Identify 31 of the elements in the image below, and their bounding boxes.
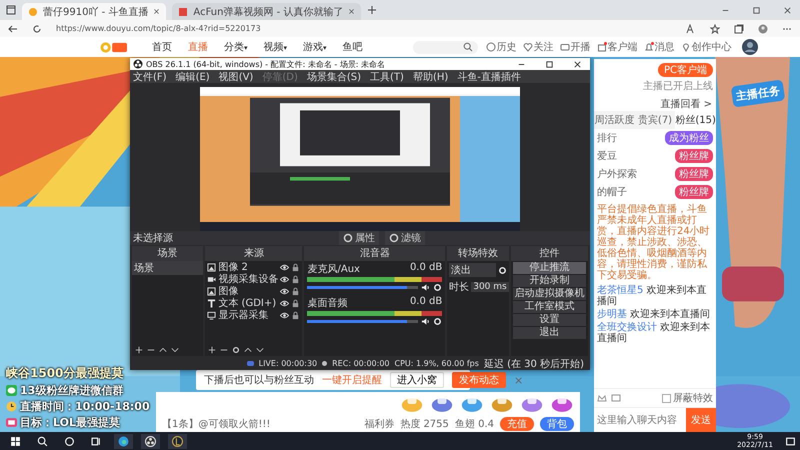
logo-icon[interactable] <box>100 40 128 54</box>
close-icon[interactable] <box>153 8 160 15</box>
nav-link[interactable]: 游戏 <box>303 42 324 53</box>
header-link[interactable]: 历史 <box>486 40 517 54</box>
star-icon[interactable] <box>710 24 720 34</box>
avatar-icon[interactable] <box>742 39 758 55</box>
collections-icon[interactable] <box>734 24 744 34</box>
profile-icon[interactable] <box>758 24 768 34</box>
header-link[interactable]: 客户端 <box>596 40 638 54</box>
tab-actions-icon[interactable] <box>6 5 16 15</box>
header-link[interactable]: 创作中心 <box>680 40 732 54</box>
header-link[interactable]: 关注 <box>522 40 554 54</box>
nav-link[interactable]: 鱼吧 <box>342 42 363 53</box>
game-icon[interactable] <box>168 434 187 448</box>
header-link[interactable]: 开播 <box>560 40 591 54</box>
address-field[interactable]: https://www.douyu.com/topic/8-alx-4?rid=5220173 <box>56 24 261 33</box>
nav-link[interactable]: 视频 <box>264 42 284 53</box>
close-icon[interactable] <box>783 6 792 14</box>
new-tab-icon[interactable] <box>367 5 378 15</box>
nav-link[interactable]: 分类 <box>224 42 244 53</box>
back-icon[interactable] <box>8 24 18 34</box>
nav-link[interactable]: 首页 <box>152 42 172 53</box>
search-field[interactable] <box>412 40 478 54</box>
browser-tab[interactable]: AcFun弹幕视频网 - 认真你就输了 <box>172 3 362 20</box>
browser-tab[interactable]: 蕾仔9910吖 - 斗鱼直播 <box>22 3 166 20</box>
read-aloud-icon[interactable] <box>686 24 696 34</box>
browser-icon[interactable] <box>114 434 133 448</box>
obs-logo-icon[interactable] <box>141 434 160 448</box>
header-link[interactable]: 消息 <box>644 40 675 54</box>
refresh-icon[interactable] <box>32 24 42 34</box>
maximize-icon[interactable] <box>752 6 761 14</box>
